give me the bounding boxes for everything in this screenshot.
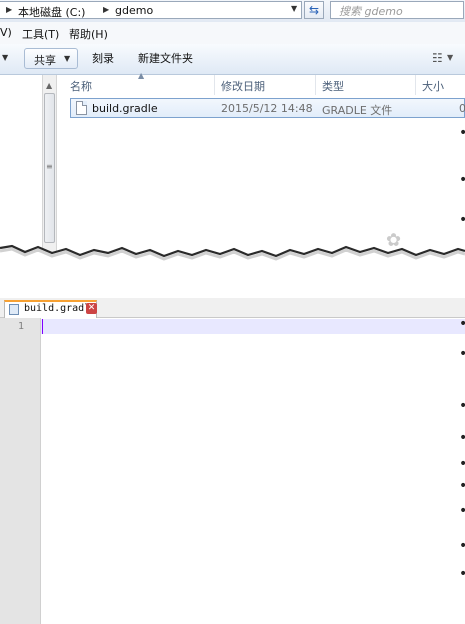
column-type-label: 类型 (322, 80, 344, 93)
file-size: 0, (459, 102, 465, 115)
text-caret (42, 319, 43, 334)
current-line-highlight[interactable] (41, 319, 465, 334)
command-toolbar: ▼ 共享 ▼ 刻录 新建文件夹 ☷ ▼ (0, 44, 465, 75)
search-input[interactable]: 搜索 gdemo (339, 3, 403, 19)
breadcrumb-drive[interactable]: 本地磁盘 (C:) (18, 4, 85, 20)
sort-up-icon: ▲ (138, 71, 145, 80)
file-type: GRADLE 文件 (322, 104, 393, 117)
line-number-gutter: 1 (0, 318, 41, 624)
close-icon[interactable]: ✕ (86, 303, 97, 314)
edge-artifact: • (459, 566, 465, 582)
breadcrumb-arrow-icon[interactable]: ▶ (6, 5, 12, 14)
edge-artifact: • (459, 398, 465, 414)
edge-artifact: • (459, 125, 465, 141)
column-name-label: 名称 (70, 80, 92, 93)
column-type[interactable]: 类型 (316, 75, 416, 95)
edge-artifact: • (459, 456, 465, 472)
file-icon (9, 304, 19, 315)
grip-icon: ≡ (46, 162, 53, 171)
watermark-icon: ✿ (386, 230, 402, 251)
menu-view[interactable]: V) (0, 26, 12, 39)
column-date[interactable]: 修改日期 (215, 75, 316, 95)
breadcrumb-folder[interactable]: gdemo (115, 4, 153, 17)
chevron-down-icon[interactable]: ▼ (447, 53, 453, 62)
chevron-down-icon[interactable]: ▼ (291, 4, 297, 13)
edge-artifact: • (459, 316, 465, 332)
new-folder-button[interactable]: 新建文件夹 (138, 50, 193, 66)
column-header: 名称 ▲ 修改日期 类型 大小 (58, 71, 465, 95)
burn-button[interactable]: 刻录 (92, 50, 114, 66)
breadcrumb-arrow-icon[interactable]: ▶ (103, 5, 109, 14)
tab-strip: build.gradle ✕ (0, 298, 465, 318)
file-modified: 2015/5/12 14:48 (221, 102, 313, 115)
file-icon (76, 101, 87, 115)
column-date-label: 修改日期 (221, 80, 265, 93)
view-options-icon[interactable]: ☷ (432, 51, 443, 65)
file-name: build.gradle (92, 102, 158, 115)
menu-bar: V) 工具(T) 帮助(H) (0, 22, 465, 45)
search-box[interactable]: 搜索 gdemo (330, 1, 464, 19)
chevron-down-icon[interactable]: ▼ (2, 53, 8, 62)
address-box[interactable]: ▶ 本地磁盘 (C:) ▶ gdemo ▼ (0, 1, 302, 19)
menu-tools[interactable]: 工具(T) (22, 26, 59, 42)
scrollbar-thumb[interactable]: ≡ (44, 93, 55, 243)
column-size-label: 大小 (422, 80, 444, 93)
column-name[interactable]: 名称 ▲ (58, 71, 215, 95)
menu-help[interactable]: 帮助(H) (69, 26, 108, 42)
edge-artifact: • (459, 346, 465, 362)
text-editor: build.gradle ✕ 1 • • • • • • • • • (0, 298, 465, 624)
tab-build-gradle[interactable]: build.gradle ✕ (4, 300, 97, 318)
edge-artifact: • (459, 430, 465, 446)
address-bar: ▶ 本地磁盘 (C:) ▶ gdemo ▼ ⇆ 搜索 gdemo (0, 0, 465, 23)
chevron-down-icon: ▼ (64, 54, 71, 63)
file-row[interactable]: build.gradle 2015/5/12 14:48 GRADLE 文件 0… (70, 98, 465, 118)
share-label: 共享 (34, 54, 56, 67)
edge-artifact: • (459, 172, 465, 188)
share-button[interactable]: 共享 ▼ (24, 48, 78, 69)
scroll-up-icon[interactable]: ▲ (46, 81, 52, 90)
line-number: 1 (17, 321, 24, 332)
edge-artifact: • (459, 538, 465, 554)
edge-artifact: • (459, 212, 465, 228)
refresh-button[interactable]: ⇆ (304, 1, 324, 19)
column-size[interactable]: 大小 (416, 75, 465, 95)
edge-artifact: • (459, 478, 465, 494)
edge-artifact: • (459, 503, 465, 519)
explorer-window: ▶ 本地磁盘 (C:) ▶ gdemo ▼ ⇆ 搜索 gdemo V) 工具(T… (0, 0, 465, 270)
